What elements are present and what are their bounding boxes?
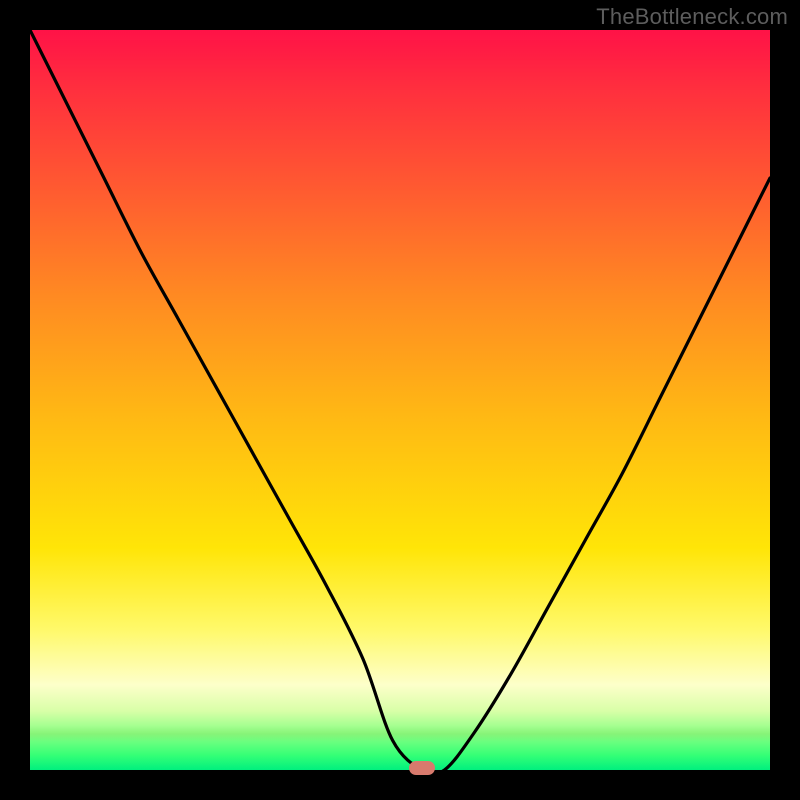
watermark-text: TheBottleneck.com (596, 4, 788, 30)
bottleneck-curve (30, 30, 770, 770)
plot-area (30, 30, 770, 770)
chart-frame: TheBottleneck.com (0, 0, 800, 800)
bottleneck-marker (409, 761, 435, 775)
